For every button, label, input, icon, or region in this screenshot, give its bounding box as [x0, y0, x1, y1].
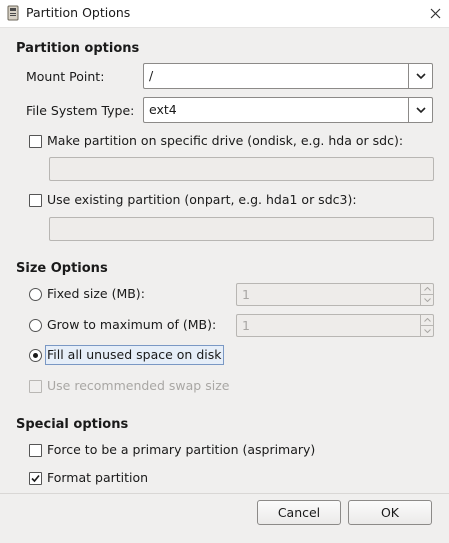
spin-up-button[interactable]	[420, 315, 433, 326]
fill-radio[interactable]	[29, 349, 42, 362]
grow-radio[interactable]	[29, 319, 42, 332]
chevron-down-icon	[423, 298, 431, 302]
primary-label: Force to be a primary partition (asprima…	[47, 442, 316, 457]
ondisk-input[interactable]	[49, 157, 434, 181]
grow-label: Grow to maximum of (MB):	[47, 317, 217, 332]
grow-spinner[interactable]: 1	[236, 314, 434, 337]
fixed-size-value[interactable]: 1	[242, 287, 250, 302]
checkmark-icon	[31, 474, 40, 483]
partition-options-heading: Partition options	[16, 41, 140, 56]
close-button[interactable]	[422, 0, 449, 27]
size-options-heading: Size Options	[16, 261, 108, 276]
partition-app-icon	[6, 5, 20, 21]
chevron-down-icon	[415, 72, 426, 79]
fs-type-combo[interactable]: ext4	[143, 97, 433, 123]
fill-label: Fill all unused space on disk	[47, 347, 222, 362]
spin-down-button[interactable]	[420, 295, 433, 305]
spin-down-button[interactable]	[420, 326, 433, 336]
primary-checkbox[interactable]	[29, 444, 42, 457]
fixed-size-label: Fixed size (MB):	[47, 286, 145, 301]
window-title: Partition Options	[26, 5, 131, 20]
special-options-heading: Special options	[16, 417, 129, 432]
mount-point-label: Mount Point:	[26, 69, 105, 84]
format-checkbox[interactable]	[29, 472, 42, 485]
chevron-up-icon	[423, 287, 431, 291]
ondisk-checkbox[interactable]	[29, 135, 42, 148]
mount-point-dropdown-button[interactable]	[408, 64, 432, 88]
grow-value[interactable]: 1	[242, 318, 250, 333]
chevron-down-icon	[423, 329, 431, 333]
onpart-input[interactable]	[49, 217, 434, 241]
spin-up-button[interactable]	[420, 284, 433, 295]
fixed-size-spinner[interactable]: 1	[236, 283, 434, 306]
swap-checkbox[interactable]	[29, 380, 42, 393]
ok-button[interactable]: OK	[348, 500, 432, 525]
fs-type-label: File System Type:	[26, 103, 135, 118]
mount-point-combo[interactable]: /	[143, 63, 433, 89]
chevron-up-icon	[423, 318, 431, 322]
fs-type-dropdown-button[interactable]	[408, 98, 432, 122]
mount-point-value[interactable]: /	[149, 68, 153, 83]
chevron-down-icon	[415, 106, 426, 113]
cancel-button[interactable]: Cancel	[257, 500, 341, 525]
onpart-checkbox[interactable]	[29, 194, 42, 207]
fixed-size-radio[interactable]	[29, 288, 42, 301]
cancel-button-label: Cancel	[277, 505, 321, 520]
onpart-label: Use existing partition (onpart, e.g. hda…	[47, 192, 357, 207]
swap-label: Use recommended swap size	[47, 378, 230, 393]
fs-type-value[interactable]: ext4	[149, 102, 177, 117]
ok-button-label: OK	[380, 505, 400, 520]
radio-selected-dot	[33, 353, 38, 358]
close-icon	[430, 8, 441, 19]
ondisk-label: Make partition on specific drive (ondisk…	[47, 133, 404, 148]
format-label: Format partition	[47, 470, 149, 485]
divider	[0, 493, 449, 494]
